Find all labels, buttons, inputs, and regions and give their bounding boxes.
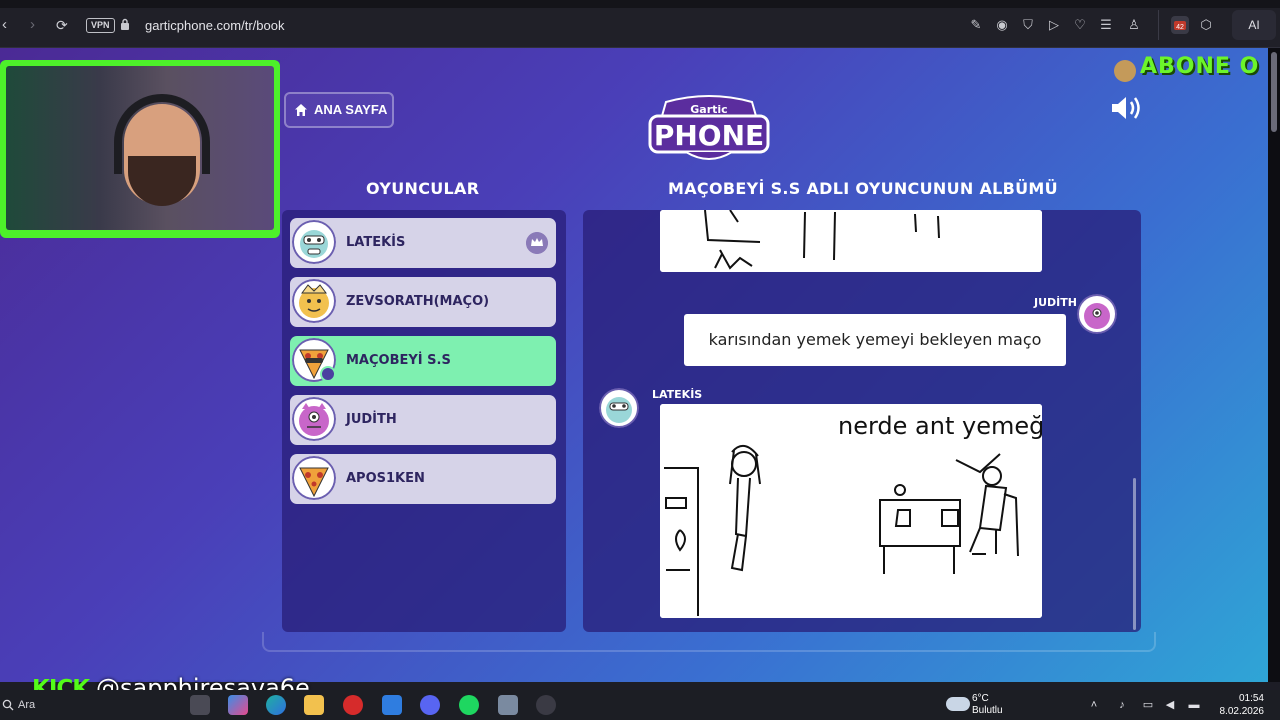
- drawing-card: nerde ant yemeği: [660, 404, 1042, 618]
- page-scrollbar-thumb[interactable]: [1271, 52, 1277, 132]
- webcam-overlay: [0, 60, 280, 238]
- cloud-icon[interactable]: [946, 697, 970, 711]
- headset-icon: [114, 94, 210, 174]
- copilot-icon[interactable]: [228, 695, 248, 715]
- player-row-active[interactable]: MAÇOBEYİ S.S: [290, 336, 556, 386]
- player-row[interactable]: ZEVSORATH(MAÇO): [290, 277, 556, 327]
- album-panel: JUDİTH karısından yemek yemeyi bekleyen …: [583, 210, 1141, 632]
- message-text-bubble: karısından yemek yemeyi bekleyen maço: [684, 314, 1066, 366]
- drawing-handwriting: nerde ant yemeği: [838, 412, 1042, 440]
- task-view-icon[interactable]: [190, 695, 210, 715]
- weather-temp: 6°C: [972, 693, 989, 704]
- home-button[interactable]: ANA SAYFA: [284, 92, 394, 128]
- player-row[interactable]: JUDİTH: [290, 395, 556, 445]
- volume-icon[interactable]: ◀: [1164, 699, 1176, 711]
- player-avatar: [292, 397, 336, 441]
- player-row[interactable]: APOS1KEN: [290, 454, 556, 504]
- sound-icon[interactable]: [1110, 94, 1144, 122]
- ai-button[interactable]: AI: [1232, 10, 1276, 40]
- player-name: APOS1KEN: [346, 471, 425, 486]
- player-name: JUDİTH: [346, 412, 397, 427]
- message-author: JUDİTH: [1034, 296, 1077, 309]
- album-scrollbar[interactable]: [1133, 478, 1136, 630]
- gartic-phone-logo[interactable]: Gartic PHONE: [646, 92, 772, 166]
- profile-icon[interactable]: ♙: [1126, 17, 1142, 33]
- page-scrollbar[interactable]: [1268, 48, 1280, 682]
- current-user-icon: [320, 366, 336, 382]
- file-explorer-icon[interactable]: [304, 695, 324, 715]
- player-avatar: [292, 279, 336, 323]
- weather-widget[interactable]: 6°C Bulutlu: [972, 693, 1003, 717]
- home-button-label: ANA SAYFA: [314, 102, 388, 117]
- back-icon[interactable]: ‹: [2, 16, 7, 34]
- mail-icon[interactable]: [382, 695, 402, 715]
- ai-button-label: AI: [1248, 18, 1260, 32]
- opera-icon[interactable]: [343, 695, 363, 715]
- edge-icon[interactable]: [266, 695, 286, 715]
- shield-icon[interactable]: ⛉: [1020, 17, 1036, 33]
- reload-icon[interactable]: ⟳: [56, 16, 68, 34]
- network-icon[interactable]: ▭: [1142, 699, 1154, 711]
- battery-icon[interactable]: ▬: [1188, 699, 1200, 711]
- clock-time: 01:54: [1238, 693, 1264, 704]
- home-icon: [295, 104, 307, 116]
- players-title: OYUNCULAR: [366, 179, 480, 198]
- address-bar-url[interactable]: garticphone.com/tr/book: [145, 18, 284, 33]
- heart-icon[interactable]: ♡: [1072, 17, 1088, 33]
- obs-icon[interactable]: [536, 695, 556, 715]
- browser-toolbar: ‹ › ⟳ VPN garticphone.com/tr/book ✎ ◉ ⛉ …: [0, 0, 1280, 48]
- app-icon[interactable]: [498, 695, 518, 715]
- drawing-card: [660, 210, 1042, 272]
- svg-text:Gartic: Gartic: [690, 103, 727, 116]
- lock-icon[interactable]: [120, 18, 130, 31]
- search-icon[interactable]: [2, 699, 14, 711]
- content-frame-bottom: [262, 632, 1156, 652]
- microphone-icon[interactable]: ♪: [1116, 699, 1128, 711]
- clock-date: 8.02.2026: [1219, 706, 1265, 717]
- player-avatar: [292, 456, 336, 500]
- taskbar-search[interactable]: Ara: [18, 699, 35, 711]
- vpn-badge[interactable]: VPN: [86, 18, 115, 33]
- weather-desc: Bulutlu: [972, 705, 1003, 716]
- players-panel: LATEKİS ZEVSORATH(MAÇO) MAÇOBEYİ S.S JUD…: [282, 210, 566, 632]
- play-icon[interactable]: ▷: [1046, 17, 1062, 33]
- webcam-feed: [6, 66, 274, 230]
- player-avatar: [292, 220, 336, 264]
- album-title: MAÇOBEYİ S.S ADLI OYUNCUNUN ALBÜMÜ: [668, 179, 1058, 198]
- abone-mascot-icon: [1114, 60, 1136, 82]
- spotify-icon[interactable]: [459, 695, 479, 715]
- svg-text:42: 42: [1176, 24, 1184, 31]
- menu-icon[interactable]: ☰: [1098, 17, 1114, 33]
- message-author: LATEKİS: [652, 388, 703, 401]
- forward-icon[interactable]: ›: [30, 16, 35, 34]
- player-name: MAÇOBEYİ S.S: [346, 353, 451, 368]
- crown-icon: [526, 232, 548, 254]
- cube-icon[interactable]: ⬡: [1198, 17, 1214, 33]
- message-avatar: [599, 388, 639, 428]
- toolbar-divider: [1158, 10, 1159, 40]
- discord-icon[interactable]: [420, 695, 440, 715]
- svg-text:PHONE: PHONE: [654, 119, 764, 152]
- browser-title-strip: [0, 0, 1280, 8]
- camera-icon[interactable]: ◉: [994, 17, 1010, 33]
- abone-overlay-text: ABONE O: [1140, 54, 1260, 79]
- edit-icon[interactable]: ✎: [968, 17, 984, 33]
- player-name: ZEVSORATH(MAÇO): [346, 294, 490, 309]
- player-name: LATEKİS: [346, 235, 406, 250]
- chevron-up-icon[interactable]: ˄: [1088, 699, 1100, 711]
- taskbar-clock[interactable]: 01:54 8.02.2026: [1214, 692, 1265, 718]
- extension-badge-icon[interactable]: 42: [1170, 15, 1190, 35]
- player-row[interactable]: LATEKİS: [290, 218, 556, 268]
- message-avatar: [1077, 294, 1117, 334]
